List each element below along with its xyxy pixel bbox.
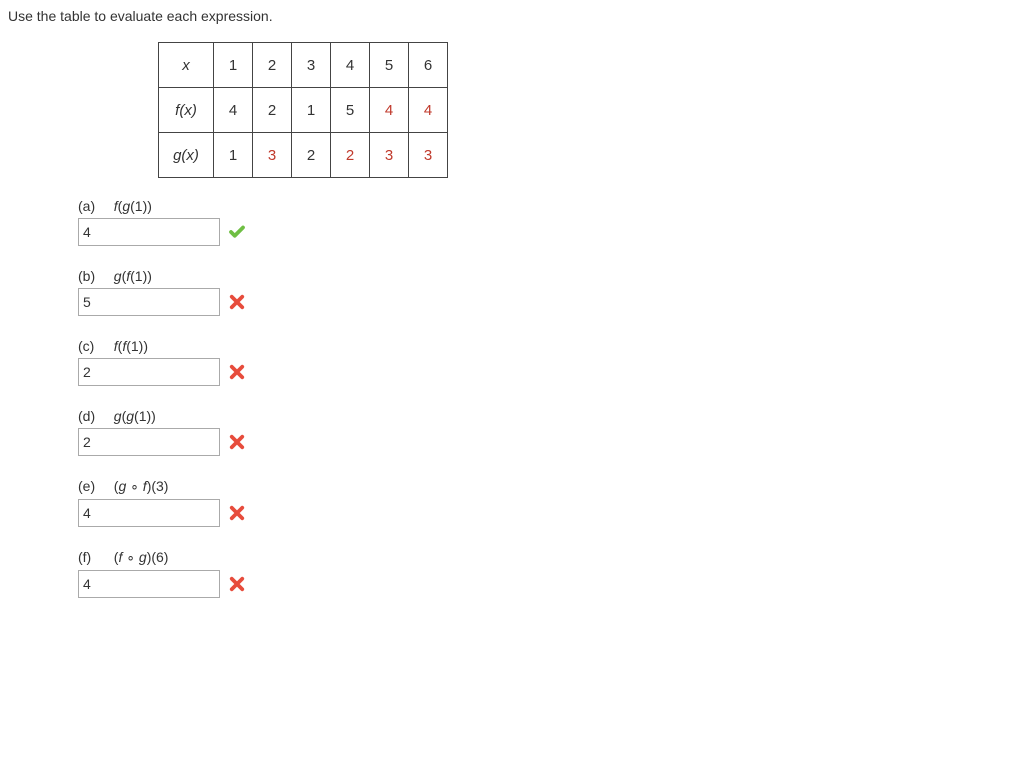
answer-row [78, 358, 1016, 386]
answer-input[interactable] [78, 358, 220, 386]
x-label: x [182, 57, 190, 74]
problem-label: (f) [78, 549, 106, 565]
problem-expression: (f ∘ g)(6) [114, 549, 169, 565]
problem-prompt: (f) (f ∘ g)(6) [78, 549, 1016, 566]
problem-prompt: (c) f(f(1)) [78, 338, 1016, 354]
answer-row [78, 570, 1016, 598]
answer-row [78, 218, 1016, 246]
function-table: x 1 2 3 4 5 6 f(x) 4 2 1 5 4 4 g(x) 1 3 … [158, 42, 448, 178]
answer-row [78, 428, 1016, 456]
table-row-header: x 1 2 3 4 5 6 [159, 43, 448, 88]
table-cell: 1 [292, 88, 331, 133]
problem-prompt: (b) g(f(1)) [78, 268, 1016, 284]
table-row-label: f(x) [159, 88, 214, 133]
table-cell: 2 [331, 133, 370, 178]
x-icon [228, 504, 246, 522]
problem-item: (e) (g ∘ f)(3) [78, 478, 1016, 527]
table-cell: 4 [331, 43, 370, 88]
table-cell: 3 [292, 43, 331, 88]
table-cell: 3 [409, 133, 448, 178]
problem-label: (b) [78, 268, 106, 284]
table-row-label: g(x) [159, 133, 214, 178]
table-cell: 1 [214, 43, 253, 88]
table-cell: 3 [370, 133, 409, 178]
problem-label: (c) [78, 338, 106, 354]
problem-expression: f(f(1)) [114, 338, 148, 354]
x-icon [228, 575, 246, 593]
problem-item: (f) (f ∘ g)(6) [78, 549, 1016, 598]
x-icon [228, 293, 246, 311]
table-cell: 1 [214, 133, 253, 178]
answer-input[interactable] [78, 570, 220, 598]
answer-input[interactable] [78, 499, 220, 527]
table-cell: 2 [292, 133, 331, 178]
x-icon [228, 433, 246, 451]
x-icon [228, 363, 246, 381]
check-icon [228, 223, 246, 241]
instruction-text: Use the table to evaluate each expressio… [8, 8, 1016, 24]
answer-row [78, 288, 1016, 316]
problem-expression: f(g(1)) [114, 198, 152, 214]
table-cell: 4 [370, 88, 409, 133]
problem-item: (c) f(f(1)) [78, 338, 1016, 386]
table-cell: 4 [214, 88, 253, 133]
problem-expression: g(f(1)) [114, 268, 152, 284]
problems-list: (a) f(g(1)) (b) g(f(1)) (c) f(f(1)) (d) g(g… [78, 198, 1016, 598]
table-cell: 6 [409, 43, 448, 88]
problem-item: (a) f(g(1)) [78, 198, 1016, 246]
problem-prompt: (a) f(g(1)) [78, 198, 1016, 214]
answer-input[interactable] [78, 218, 220, 246]
problem-expression: g(g(1)) [114, 408, 156, 424]
problem-item: (d) g(g(1)) [78, 408, 1016, 456]
answer-input[interactable] [78, 288, 220, 316]
problem-prompt: (e) (g ∘ f)(3) [78, 478, 1016, 495]
table-row-gx: g(x) 1 3 2 2 3 3 [159, 133, 448, 178]
answer-row [78, 499, 1016, 527]
table-cell: 2 [253, 88, 292, 133]
problem-label: (d) [78, 408, 106, 424]
problem-expression: (g ∘ f)(3) [114, 478, 169, 494]
table-header-label: x [159, 43, 214, 88]
problem-label: (a) [78, 198, 106, 214]
table-cell: 5 [331, 88, 370, 133]
problem-item: (b) g(f(1)) [78, 268, 1016, 316]
table-cell: 5 [370, 43, 409, 88]
table-cell: 3 [253, 133, 292, 178]
answer-input[interactable] [78, 428, 220, 456]
table-cell: 2 [253, 43, 292, 88]
table-cell: 4 [409, 88, 448, 133]
table-row-fx: f(x) 4 2 1 5 4 4 [159, 88, 448, 133]
problem-prompt: (d) g(g(1)) [78, 408, 1016, 424]
function-table-wrapper: x 1 2 3 4 5 6 f(x) 4 2 1 5 4 4 g(x) 1 3 … [158, 42, 1016, 178]
problem-label: (e) [78, 478, 106, 494]
